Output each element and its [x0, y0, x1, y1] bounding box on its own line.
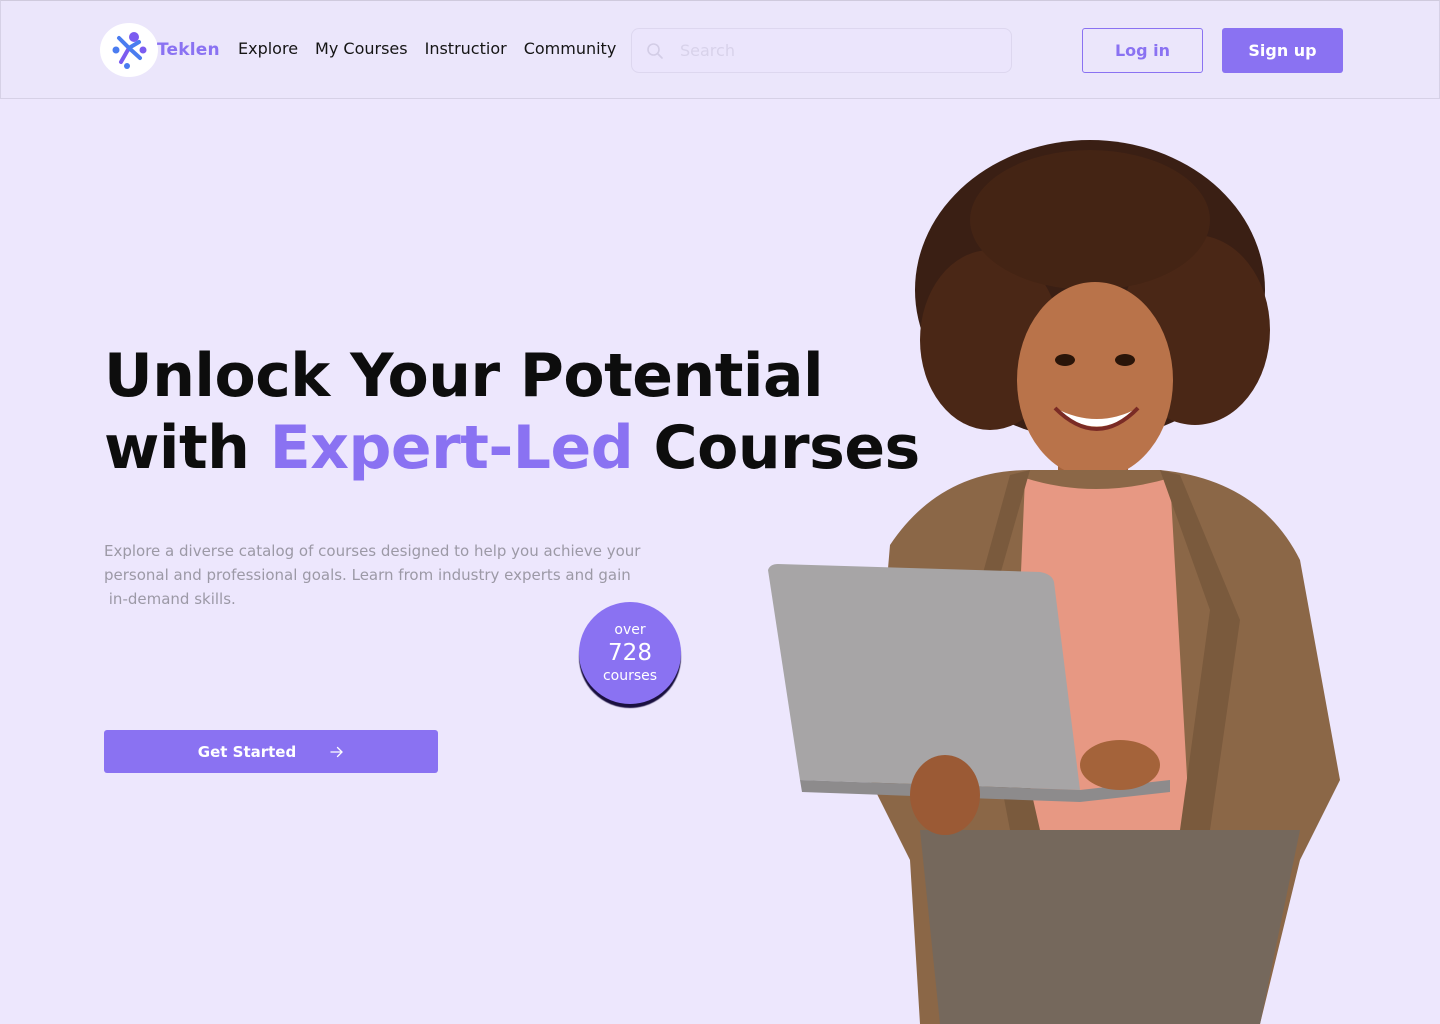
badge-count: 728 — [608, 640, 652, 666]
hero-description-line3: in-demand skills. — [104, 590, 236, 608]
hero-student-illustration — [768, 140, 1340, 1024]
top-navbar: Teklen Explore My Courses Instructior Co… — [0, 0, 1440, 99]
search-input[interactable] — [680, 41, 980, 60]
hero-description-line2: personal and professional goals. Learn f… — [104, 566, 631, 584]
nav-item-explore[interactable]: Explore — [238, 39, 298, 58]
get-started-label: Get Started — [197, 742, 297, 761]
login-button[interactable]: Log in — [1082, 28, 1203, 73]
badge-prefix: over — [614, 622, 646, 638]
hero-title-line1: Unlock Your Potential — [104, 341, 824, 411]
get-started-button[interactable]: Get Started — [104, 730, 438, 773]
course-count-badge: over 728 courses — [579, 602, 681, 704]
arrow-right-icon — [330, 746, 343, 757]
brand-name: Teklen — [157, 40, 220, 60]
hero-title-accent: Expert-Led — [269, 413, 634, 483]
logo-mark-icon — [100, 23, 158, 77]
nav-item-my-courses[interactable]: My Courses — [315, 39, 408, 58]
signup-button[interactable]: Sign up — [1222, 28, 1343, 73]
hero-title-prefix: with — [104, 413, 270, 483]
nav-item-instructor[interactable]: Instructior — [425, 39, 507, 58]
nav-item-community[interactable]: Community — [524, 39, 617, 58]
hero-description-line1: Explore a diverse catalog of courses des… — [104, 542, 641, 560]
main-nav: Explore My Courses Instructior Community — [238, 39, 633, 58]
badge-suffix: courses — [602, 668, 658, 684]
hero-description: Explore a diverse catalog of courses des… — [104, 539, 684, 611]
search-icon — [647, 42, 663, 59]
brand-logo[interactable]: Teklen — [100, 23, 220, 77]
search-bar[interactable] — [631, 28, 1012, 73]
